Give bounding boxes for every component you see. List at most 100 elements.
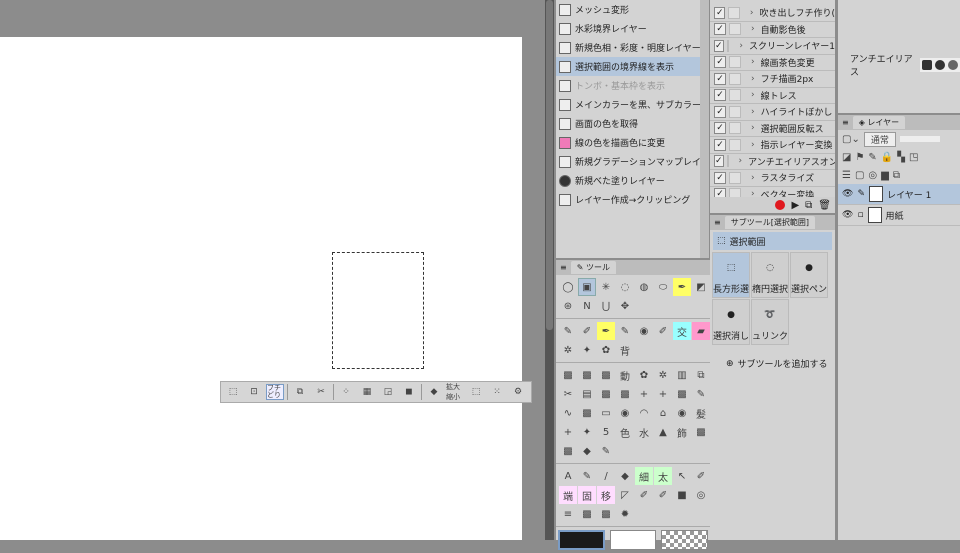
eye-icon[interactable]: 👁 xyxy=(842,189,853,199)
crop-icon[interactable]: ⊡ xyxy=(245,384,263,400)
tool-icon[interactable]: ▲ xyxy=(654,423,672,441)
tool-icon[interactable]: ▩ xyxy=(559,366,577,384)
expand-selection-icon[interactable]: ◲ xyxy=(379,384,397,400)
auto-action-item[interactable]: ✓ › ハイライトぼかし xyxy=(710,104,835,121)
play-icon[interactable]: ▶ xyxy=(791,200,799,211)
transform-icon[interactable]: ⬚ xyxy=(224,384,242,400)
checkbox[interactable]: ✓ xyxy=(714,89,726,102)
tool-icon[interactable]: ✂ xyxy=(559,385,577,403)
tool-icon[interactable]: ▩ xyxy=(616,385,634,403)
tool-icon[interactable]: ✎ xyxy=(578,467,596,485)
checkbox[interactable]: ✓ xyxy=(714,23,726,36)
tool-icon[interactable]: 飾 xyxy=(673,423,691,441)
tool-icon[interactable]: ▩ xyxy=(578,404,596,422)
chevron-right-icon[interactable]: › xyxy=(750,8,754,18)
tool-icon[interactable]: ✲ xyxy=(559,341,577,359)
lock-icon[interactable]: 🔒 xyxy=(881,152,893,163)
add-subtool-button[interactable]: ⊕ サブツールを追加する xyxy=(726,357,835,371)
tool-icon[interactable]: ◌ xyxy=(616,278,634,296)
checkbox[interactable]: ✓ xyxy=(714,122,726,135)
mask-icon[interactable]: ◳ xyxy=(909,152,918,163)
tool-icon[interactable]: ✐ xyxy=(692,467,710,485)
subtool-item[interactable]: ● 選択消し xyxy=(712,299,750,345)
reference-icon[interactable]: ⚑ xyxy=(855,152,864,163)
antialias-selector[interactable] xyxy=(920,57,960,72)
tool-icon[interactable]: 固 xyxy=(578,486,596,504)
dialog-toggle[interactable] xyxy=(729,23,741,36)
auto-action-item[interactable]: ✓ › 指示レイヤー変換 xyxy=(710,137,835,154)
dialog-toggle[interactable] xyxy=(729,105,741,118)
tool-icon[interactable]: ■ xyxy=(673,486,691,504)
command-item[interactable]: 新規色相・彩度・明度レイヤー xyxy=(556,38,700,57)
dialog-toggle[interactable] xyxy=(729,122,741,135)
subtool-item[interactable]: ◌ 楕円選択 xyxy=(751,252,789,298)
tool-icon[interactable]: + xyxy=(559,423,577,441)
tool-icon[interactable]: 5 xyxy=(597,423,615,441)
tool-icon[interactable]: ▤ xyxy=(578,385,596,403)
checkbox[interactable]: ✓ xyxy=(714,6,726,19)
draft-icon[interactable]: ✎ xyxy=(868,152,876,163)
tool-icon[interactable]: ✿ xyxy=(597,341,615,359)
tool-icon[interactable]: ↖ xyxy=(673,467,691,485)
dialog-toggle[interactable] xyxy=(729,72,741,85)
tool-icon[interactable]: ✦ xyxy=(578,341,596,359)
layer-row[interactable]: 👁 ✎ レイヤー 1 xyxy=(838,184,960,205)
tool-icon[interactable]: ✲ xyxy=(654,366,672,384)
command-item[interactable]: 選択範囲の境界線を表示 xyxy=(556,57,700,76)
auto-action-item[interactable]: ✓ › アンチエイリアスオン xyxy=(710,154,835,170)
checkbox[interactable]: ✓ xyxy=(714,56,726,69)
tool-icon[interactable]: ✥ xyxy=(616,297,634,315)
tool-icon[interactable]: / xyxy=(597,467,615,485)
tab-tool[interactable]: ✎ ツール xyxy=(570,261,616,274)
command-item[interactable]: 新規グラデーションマップレイヤー xyxy=(556,152,700,171)
tool-icon[interactable]: ◉ xyxy=(635,322,653,340)
dialog-toggle[interactable] xyxy=(729,56,741,69)
chevron-right-icon[interactable]: › xyxy=(751,24,755,34)
tool-icon[interactable]: ✐ xyxy=(654,486,672,504)
sub-color-swatch[interactable] xyxy=(609,530,657,550)
clear-icon[interactable]: ⬚ xyxy=(467,384,485,400)
subtool-item[interactable]: ➰ シュリンク選 xyxy=(751,299,789,345)
tool-icon[interactable]: + xyxy=(635,385,653,403)
transfer-icon[interactable]: ⧉ xyxy=(893,170,900,181)
color-select[interactable]: ▢⌄ xyxy=(842,134,860,145)
tool-icon[interactable]: ▩ xyxy=(673,385,691,403)
eye-icon[interactable]: 👁 xyxy=(842,210,853,220)
command-item[interactable]: トンボ・基本枠を表示 xyxy=(556,76,700,95)
tool-icon[interactable]: ✹ xyxy=(616,505,634,523)
deselect-icon[interactable]: ⁘ xyxy=(337,384,355,400)
tool-icon[interactable]: ◠ xyxy=(635,404,653,422)
tool-icon[interactable]: ✎ xyxy=(616,322,634,340)
tool-icon[interactable]: ✐ xyxy=(578,322,596,340)
add-action-icon[interactable]: ⧉ xyxy=(805,200,812,211)
dialog-toggle[interactable] xyxy=(726,155,729,168)
menu-icon[interactable]: ≡ xyxy=(842,118,849,127)
command-item[interactable]: メッシュ変形 xyxy=(556,0,700,19)
tool-icon[interactable]: ▣ xyxy=(578,278,596,296)
tool-icon[interactable]: ✿ xyxy=(635,366,653,384)
command-item[interactable]: 水彩境界レイヤー xyxy=(556,19,700,38)
chevron-right-icon[interactable]: › xyxy=(751,57,755,67)
tool-icon[interactable]: + xyxy=(654,385,672,403)
tool-icon[interactable]: ✦ xyxy=(578,423,596,441)
layer-row[interactable]: 👁 ▫ 用紙 xyxy=(838,205,960,226)
tool-icon[interactable]: ▰ xyxy=(692,322,710,340)
tool-icon[interactable]: ✐ xyxy=(654,322,672,340)
tool-icon[interactable]: ▩ xyxy=(597,505,615,523)
transparent-color-swatch[interactable] xyxy=(661,530,708,550)
auto-action-item[interactable]: ✓ › 線トレス xyxy=(710,88,835,104)
chevron-right-icon[interactable]: › xyxy=(739,156,743,166)
tool-icon[interactable]: ◸ xyxy=(616,486,634,504)
command-scrollbar[interactable] xyxy=(700,0,709,258)
tool-icon[interactable]: N xyxy=(578,297,596,315)
subtool-item[interactable]: ⬚ 長方形選 xyxy=(712,252,750,298)
tool-icon[interactable]: ✐ xyxy=(635,486,653,504)
scrollbar-thumb[interactable] xyxy=(546,0,553,330)
dialog-toggle[interactable] xyxy=(729,89,741,102)
tool-icon[interactable]: ◆ xyxy=(578,442,596,460)
chevron-right-icon[interactable]: › xyxy=(751,74,755,84)
tool-icon[interactable]: 動 xyxy=(616,366,634,384)
tool-icon[interactable]: ⋃ xyxy=(597,297,615,315)
auto-action-item[interactable]: ✓ › 選択範囲反転ス xyxy=(710,121,835,137)
canvas[interactable] xyxy=(0,37,522,540)
